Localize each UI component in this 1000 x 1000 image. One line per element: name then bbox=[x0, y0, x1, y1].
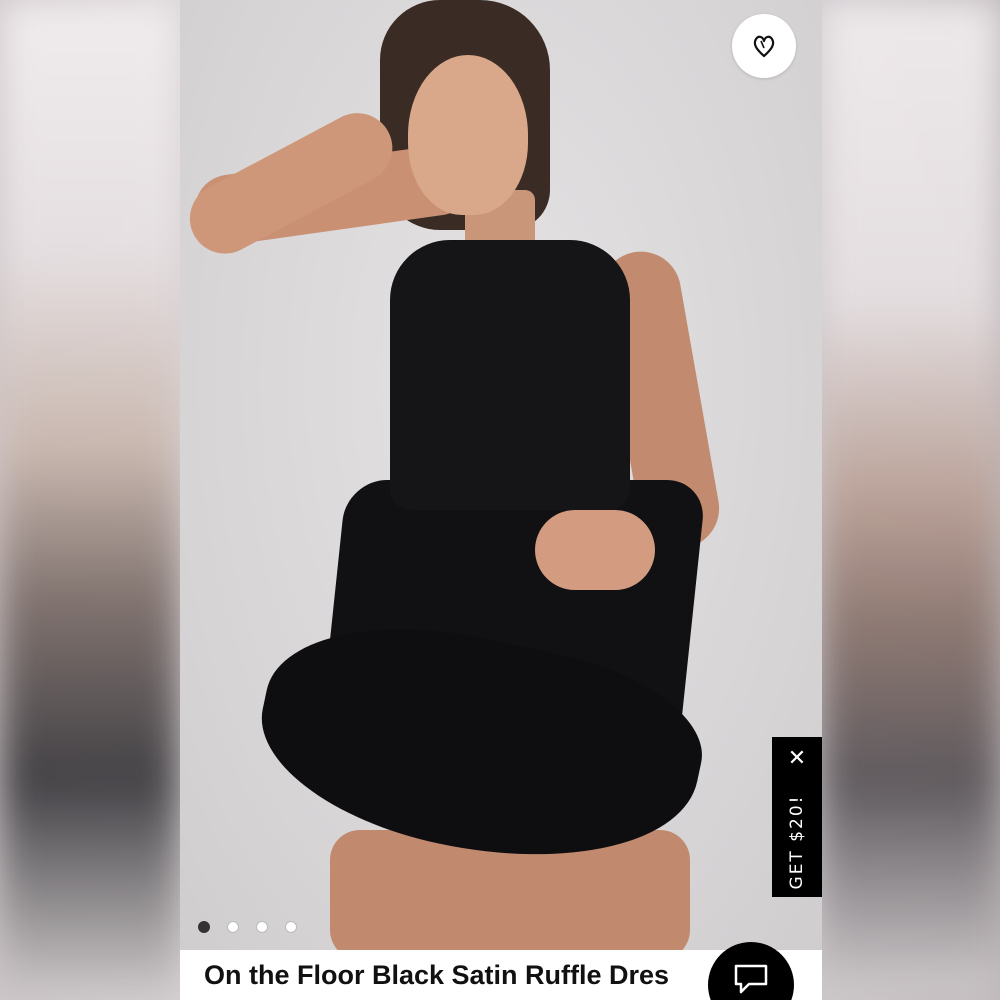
promo-tab[interactable]: ✕ GET $20! bbox=[772, 737, 822, 897]
heart-icon bbox=[753, 35, 775, 58]
blurred-backdrop-left bbox=[0, 0, 180, 1000]
carousel-dot[interactable] bbox=[285, 921, 297, 933]
carousel-dot[interactable] bbox=[227, 921, 239, 933]
close-icon[interactable]: ✕ bbox=[772, 747, 822, 769]
chat-bubble-icon bbox=[734, 964, 768, 994]
blurred-backdrop-right bbox=[820, 0, 1000, 1000]
dress-bodice bbox=[390, 240, 630, 510]
product-title: On the Floor Black Satin Ruffle Dres bbox=[204, 960, 670, 990]
product-photo[interactable] bbox=[180, 0, 822, 960]
model-face bbox=[408, 55, 528, 215]
model-hand bbox=[535, 510, 655, 590]
promo-label[interactable]: GET $20! bbox=[787, 795, 807, 890]
carousel-dot[interactable] bbox=[256, 921, 268, 933]
favorite-button[interactable] bbox=[732, 14, 796, 78]
carousel-indicator bbox=[198, 921, 297, 933]
product-view: ✕ GET $20! On the Floor Black Satin Ruff… bbox=[180, 0, 822, 1000]
carousel-dot[interactable] bbox=[198, 921, 210, 933]
